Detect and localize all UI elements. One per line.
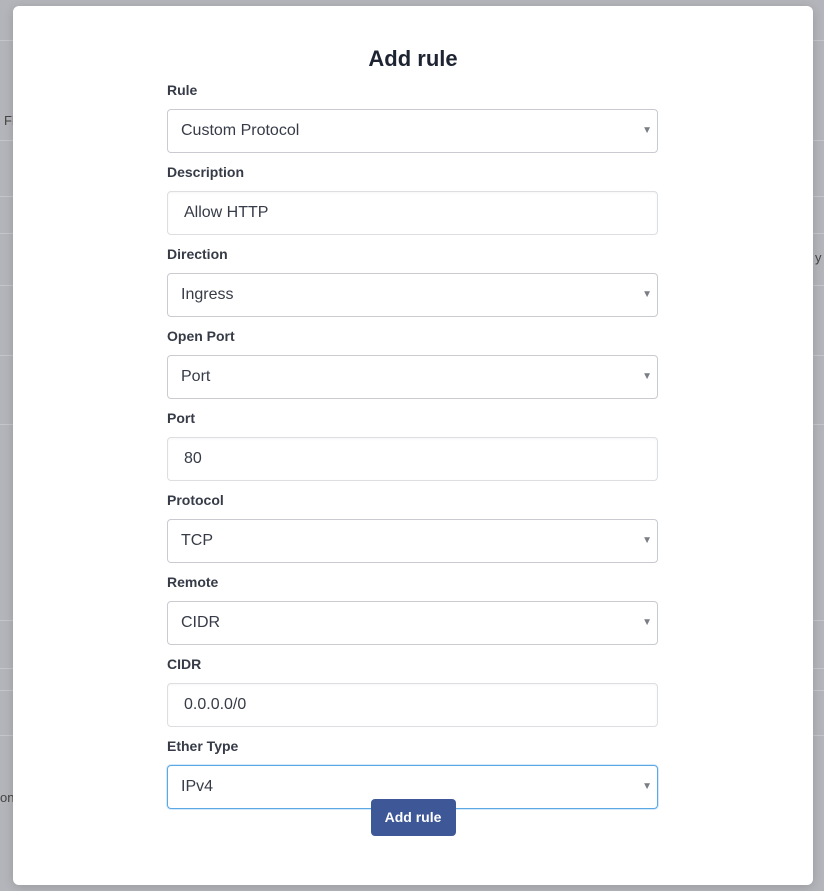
add-rule-form: Rule Custom Protocol ▼ Description Allow… — [167, 82, 658, 820]
select-value: TCP — [181, 532, 213, 549]
input-value: Allow HTTP — [184, 204, 269, 221]
chevron-down-icon: ▼ — [642, 125, 652, 136]
field-label: Open Port — [167, 328, 235, 344]
select-value: CIDR — [181, 614, 221, 631]
select-value: IPv4 — [181, 778, 214, 795]
description-input[interactable]: Allow HTTP — [167, 191, 658, 235]
field-open-port: Open Port Port ▼ — [167, 328, 658, 399]
chevron-down-icon: ▼ — [642, 371, 652, 382]
field-description: Description Allow HTTP — [167, 164, 658, 235]
field-protocol: Protocol TCP ▼ — [167, 492, 658, 563]
port-input[interactable]: 80 — [167, 437, 658, 481]
submit-area: Add rule — [13, 799, 813, 836]
select-value: Port — [181, 368, 211, 385]
field-direction: Direction Ingress ▼ — [167, 246, 658, 317]
chevron-down-icon: ▼ — [642, 617, 652, 628]
field-label: Protocol — [167, 492, 224, 508]
cidr-input[interactable]: 0.0.0.0/0 — [167, 683, 658, 727]
protocol-select[interactable]: TCP ▼ — [167, 519, 658, 563]
select-value: Ingress — [181, 286, 234, 303]
open-port-select[interactable]: Port ▼ — [167, 355, 658, 399]
field-label: Description — [167, 164, 245, 180]
rule-select[interactable]: Custom Protocol ▼ — [167, 109, 658, 153]
input-value: 80 — [184, 450, 202, 467]
direction-select[interactable]: Ingress ▼ — [167, 273, 658, 317]
field-label: Ether Type — [167, 738, 239, 754]
field-label: Rule — [167, 82, 198, 98]
field-remote: Remote CIDR ▼ — [167, 574, 658, 645]
input-value: 0.0.0.0/0 — [184, 696, 247, 713]
field-label: Port — [167, 410, 195, 426]
select-value: Custom Protocol — [181, 122, 300, 139]
background-text: y — [815, 250, 822, 265]
field-cidr: CIDR 0.0.0.0/0 — [167, 656, 658, 727]
chevron-down-icon: ▼ — [642, 535, 652, 546]
field-rule: Rule Custom Protocol ▼ — [167, 82, 658, 153]
field-label: CIDR — [167, 656, 202, 672]
field-port: Port 80 — [167, 410, 658, 481]
add-rule-button[interactable]: Add rule — [370, 799, 456, 836]
field-label: Direction — [167, 246, 228, 262]
add-rule-modal: Add rule Rule Custom Protocol ▼ Descript… — [13, 6, 813, 885]
modal-title: Add rule — [368, 46, 458, 71]
chevron-down-icon: ▼ — [642, 289, 652, 300]
remote-select[interactable]: CIDR ▼ — [167, 601, 658, 645]
field-label: Remote — [167, 574, 219, 590]
